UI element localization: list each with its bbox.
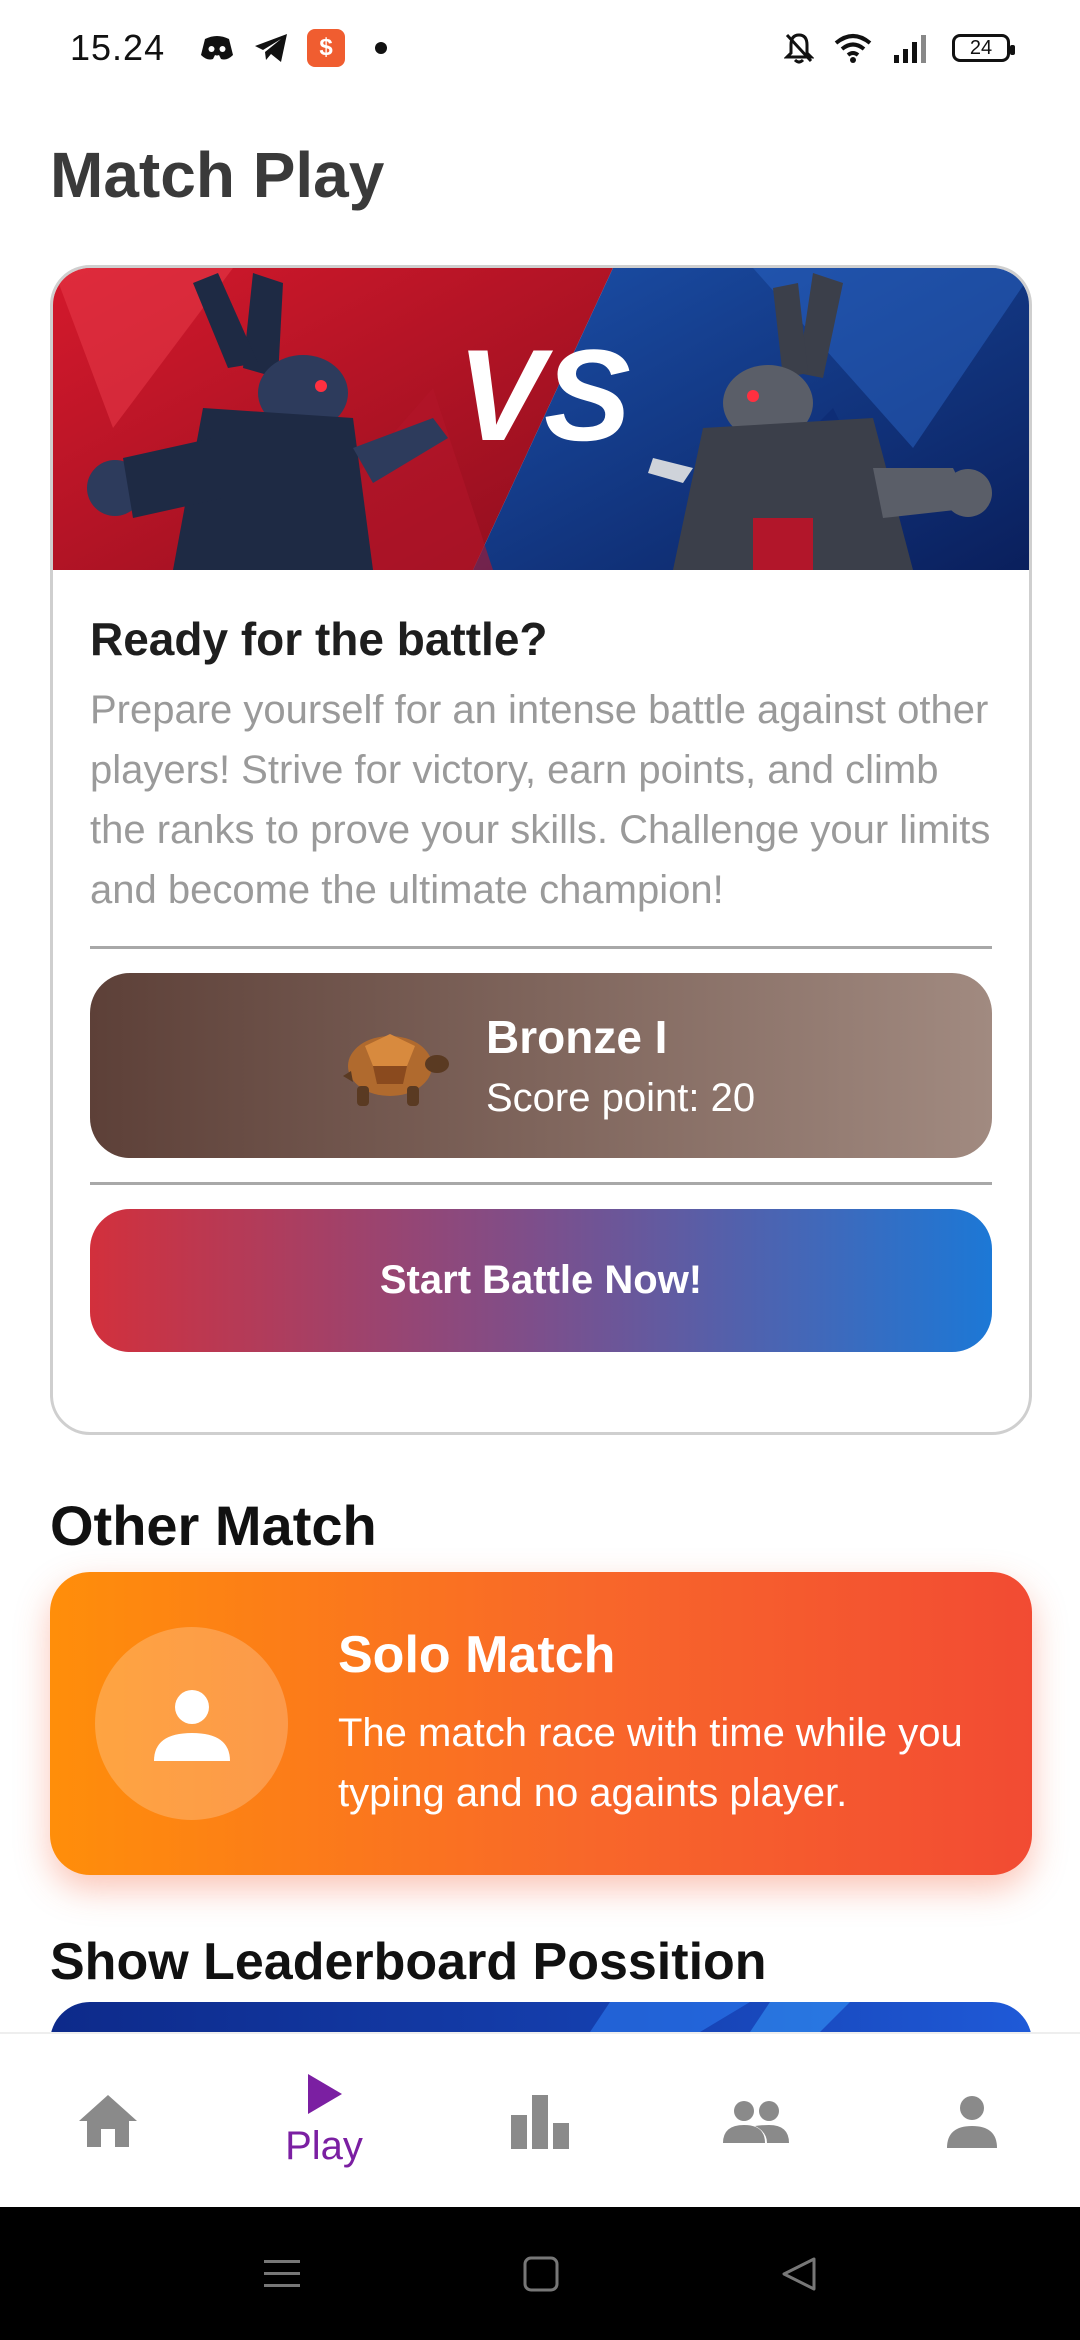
- bottom-nav: Play: [0, 2032, 1080, 2207]
- solo-avatar: [95, 1627, 288, 1820]
- telegram-icon: [255, 34, 288, 62]
- nav-home[interactable]: [0, 2034, 216, 2207]
- status-bar: 15.24 $ 24: [0, 0, 1080, 96]
- home-icon: [79, 2094, 137, 2147]
- other-match-title: Other Match: [50, 1494, 377, 1557]
- leaderboard-title: Show Leaderboard Possition: [50, 1933, 767, 1991]
- rank-info: Bronze I Score point: 20: [486, 1010, 755, 1121]
- rank-box: Bronze I Score point: 20: [90, 973, 992, 1158]
- solo-title: Solo Match: [338, 1625, 616, 1684]
- turtle-icon: [343, 1033, 449, 1106]
- battery-icon: 24: [952, 34, 1015, 62]
- nav-play-label: Play: [285, 2124, 363, 2168]
- status-right-icons: 24: [784, 32, 1015, 64]
- solo-match-card[interactable]: Solo Match The match race with time whil…: [50, 1572, 1032, 1875]
- nav-play[interactable]: Play: [216, 2034, 432, 2207]
- nav-leaderboard[interactable]: [432, 2034, 648, 2207]
- bell-off-icon: [784, 33, 814, 64]
- vs-text: VS: [457, 322, 630, 468]
- solo-text: Solo Match The match race with time whil…: [338, 1625, 1032, 1823]
- rank-name: Bronze I: [486, 1011, 668, 1063]
- bar-chart-icon: [511, 2094, 569, 2149]
- wifi-icon: [834, 34, 872, 63]
- home-square-icon[interactable]: [522, 2255, 560, 2293]
- menu-icon[interactable]: [262, 2256, 302, 2292]
- match-play-card: VS Ready for the battle? Prepare yoursel…: [50, 265, 1032, 1435]
- match-card-body: Ready for the battle? Prepare yourself f…: [53, 570, 1029, 1352]
- status-left-icons: $: [199, 29, 388, 67]
- rank-score: Score point: 20: [486, 1076, 756, 1120]
- signal-icon: [894, 35, 926, 63]
- nav-profile[interactable]: [864, 2034, 1080, 2207]
- group-icon: [723, 2100, 789, 2143]
- card-heading: Ready for the battle?: [90, 613, 548, 665]
- divider: [90, 946, 992, 949]
- solo-description: The match race with time while you typin…: [338, 1710, 963, 1815]
- person-icon: [153, 1689, 230, 1761]
- vs-banner-image: VS: [53, 268, 1029, 570]
- nav-friends[interactable]: [648, 2034, 864, 2207]
- profile-icon: [947, 2095, 997, 2148]
- card-description: Prepare yourself for an intense battle a…: [90, 688, 991, 912]
- back-icon[interactable]: [780, 2255, 818, 2293]
- system-nav-bar: [0, 2207, 1080, 2340]
- shop-icon: $: [307, 29, 346, 67]
- start-battle-button[interactable]: Start Battle Now!: [90, 1209, 992, 1352]
- divider: [90, 1182, 992, 1185]
- play-icon: [308, 2074, 342, 2114]
- status-time: 15.24: [70, 27, 166, 68]
- discord-icon: [201, 36, 234, 60]
- notification-dot: [375, 42, 388, 54]
- page-title: Match Play: [50, 139, 385, 211]
